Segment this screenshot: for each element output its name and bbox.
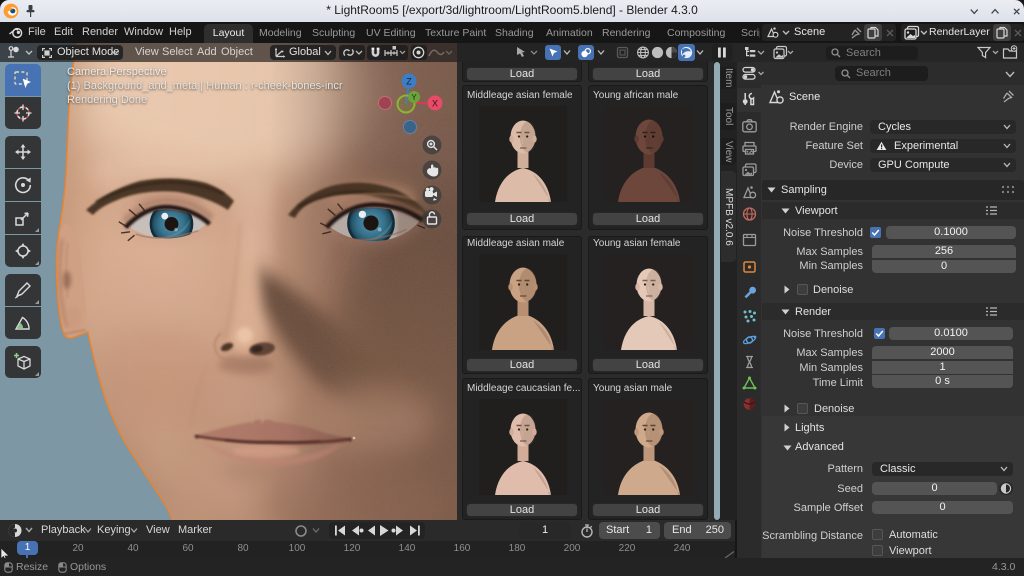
svg-text:Z: Z bbox=[406, 77, 412, 87]
svg-text:Y: Y bbox=[411, 93, 417, 102]
svg-text:X: X bbox=[432, 99, 438, 109]
